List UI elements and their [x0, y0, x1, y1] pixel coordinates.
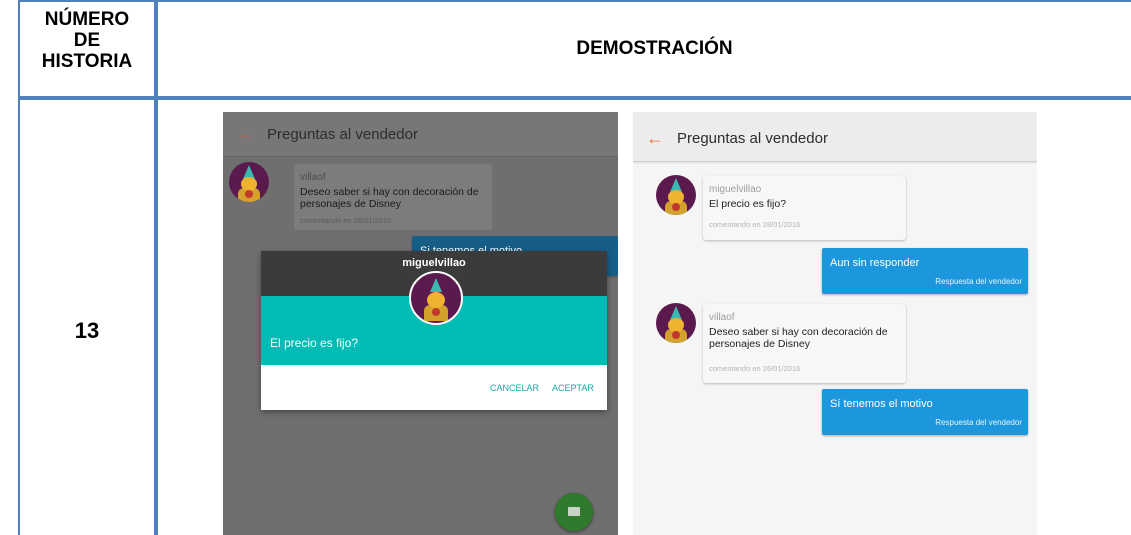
screen-title: Preguntas al vendedor	[267, 126, 418, 143]
dialog-question: El precio es fijo?	[270, 336, 359, 350]
screen-title: Preguntas al vendedor	[677, 130, 828, 147]
question-user: miguelvillao	[709, 184, 762, 195]
header-line-1: NÚMERO	[44, 9, 130, 30]
app-bar: ← Preguntas al vendedor	[223, 112, 618, 157]
header-line-3: HISTORIA	[41, 51, 133, 72]
message-fab[interactable]	[555, 493, 593, 531]
question-date: comentando en 28/01/2016	[709, 220, 801, 229]
answer-card[interactable]: Aun sin responder Respuesta del vendedor	[822, 248, 1028, 294]
cancel-button[interactable]: CANCELAR	[490, 383, 539, 393]
table-column-divider	[154, 0, 158, 535]
header-line-2: DE	[73, 30, 101, 51]
question-card: villaof Deseo saber si hay con decoració…	[294, 164, 492, 230]
question-user: villaof	[300, 172, 326, 183]
header-demonstration: DEMOSTRACIÓN	[576, 38, 733, 59]
avatar	[656, 303, 696, 343]
question-text: El precio es fijo?	[709, 198, 787, 210]
accept-button[interactable]: ACEPTAR	[552, 383, 594, 393]
arrow-left-icon[interactable]: ←	[646, 128, 664, 149]
question-text: Deseo saber si hay con decoración de per…	[300, 186, 479, 210]
question-date: comentando en 26/01/2016	[300, 216, 392, 225]
table-header-divider	[18, 96, 1131, 100]
answer-text: Sí tenemos el motivo	[830, 398, 933, 410]
question-date: comentando en 26/01/2016	[709, 364, 801, 373]
avatar	[229, 162, 269, 202]
screenshot-dialog: ← Preguntas al vendedor villaof Deseo sa…	[223, 112, 618, 535]
question-dialog: miguelvillao El precio es fijo? CANCELAR…	[261, 251, 607, 410]
story-number: 13	[74, 318, 100, 343]
app-bar: ← Preguntas al vendedor	[633, 112, 1037, 162]
answer-text: Aun sin responder	[830, 257, 920, 269]
arrow-left-icon[interactable]: ←	[237, 123, 255, 144]
answer-label: Respuesta del vendedor	[935, 418, 1022, 427]
question-card[interactable]: miguelvillao El precio es fijo? comentan…	[703, 176, 906, 240]
screenshot-questions: ← Preguntas al vendedor miguelvillao El …	[633, 112, 1037, 535]
answer-card[interactable]: Sí tenemos el motivo Respuesta del vende…	[822, 389, 1028, 435]
question-user: villaof	[709, 312, 735, 323]
message-icon	[568, 507, 580, 516]
header-story-number: NÚMERO DE HISTORIA	[23, 9, 151, 72]
dialog-avatar	[409, 271, 463, 325]
answer-label: Respuesta del vendedor	[935, 277, 1022, 286]
dialog-user: miguelvillao	[402, 257, 466, 269]
table-top-border	[18, 0, 1131, 2]
question-text: Deseo saber si hay con decoración de per…	[709, 326, 888, 350]
table-left-border	[18, 0, 20, 535]
avatar	[656, 175, 696, 215]
question-card[interactable]: villaof Deseo saber si hay con decoració…	[703, 304, 906, 383]
